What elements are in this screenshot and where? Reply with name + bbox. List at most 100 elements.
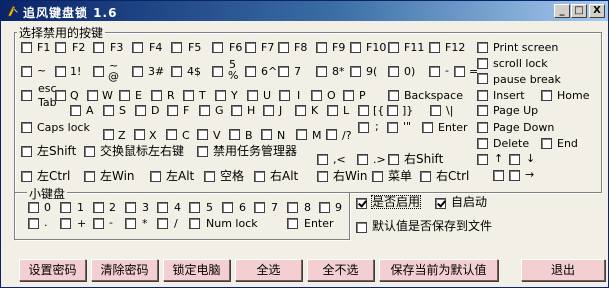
checkbox-right-alt[interactable] (254, 171, 265, 182)
checkbox-k[interactable] (295, 105, 306, 116)
checkbox-autostart[interactable] (435, 198, 446, 209)
select-all-button[interactable]: 全选 (235, 259, 302, 281)
checkbox-f7[interactable] (245, 42, 256, 53)
checkbox-save-default-file[interactable] (356, 222, 367, 233)
checkbox-4[interactable] (171, 66, 182, 77)
checkbox-8[interactable] (316, 66, 327, 77)
checkbox-j[interactable] (263, 105, 274, 116)
checkbox-f2[interactable] (55, 42, 66, 53)
checkbox-v[interactable] (197, 129, 208, 140)
checkbox-up-arrow[interactable] (477, 154, 488, 165)
checkbox-menu[interactable] (372, 171, 383, 182)
checkbox-pause-break[interactable] (477, 73, 488, 84)
checkbox-esc-tab[interactable] (21, 90, 32, 101)
checkbox-comma[interactable] (317, 154, 328, 165)
checkbox-w[interactable] (87, 90, 98, 101)
checkbox-home[interactable] (541, 90, 552, 101)
checkbox-f5[interactable] (171, 42, 182, 53)
checkbox-insert[interactable] (477, 90, 488, 101)
checkbox-f9[interactable] (316, 42, 327, 53)
checkbox-keypad-4[interactable] (157, 202, 168, 213)
checkbox-right-win[interactable] (317, 171, 328, 182)
checkbox-keypad-6[interactable] (222, 202, 233, 213)
checkbox-print-screen[interactable] (477, 42, 488, 53)
checkbox-f4[interactable] (132, 42, 143, 53)
checkbox-rbracket[interactable] (387, 105, 398, 116)
checkbox-left-alt[interactable] (150, 171, 161, 182)
checkbox-keypad-3[interactable] (125, 202, 136, 213)
checkbox-quote[interactable] (387, 122, 398, 133)
checkbox-semicolon[interactable] (358, 122, 369, 133)
checkbox-task-manager[interactable] (197, 146, 208, 157)
checkbox-keypad-enter[interactable] (287, 218, 298, 229)
exit-button[interactable]: 退出 (521, 259, 605, 281)
checkbox-swap-mouse[interactable] (84, 146, 95, 157)
checkbox-keypad-9[interactable] (319, 202, 330, 213)
checkbox-keypad-slash[interactable] (157, 218, 168, 229)
checkbox-enter[interactable] (422, 122, 433, 133)
checkbox-delete[interactable] (477, 138, 488, 149)
checkbox-page-down[interactable] (477, 122, 488, 133)
checkbox-f8[interactable] (278, 42, 289, 53)
checkbox-left-ctrl[interactable] (21, 171, 32, 182)
checkbox-equal[interactable] (454, 66, 465, 77)
checkbox-f6[interactable] (212, 42, 223, 53)
checkbox-end[interactable] (541, 138, 552, 149)
checkbox-t[interactable] (183, 90, 194, 101)
checkbox-d[interactable] (135, 105, 146, 116)
checkbox-3[interactable] (132, 66, 143, 77)
checkbox-h[interactable] (231, 105, 242, 116)
checkbox-left-win[interactable] (84, 171, 95, 182)
checkbox-f12[interactable] (429, 42, 440, 53)
checkbox-left-arrow[interactable] (493, 170, 504, 181)
checkbox-z[interactable] (103, 129, 114, 140)
checkbox-g[interactable] (199, 105, 210, 116)
checkbox-right-ctrl[interactable] (420, 171, 431, 182)
checkbox-f11[interactable] (388, 42, 399, 53)
checkbox-x[interactable] (134, 129, 145, 140)
checkbox-b[interactable] (229, 129, 240, 140)
close-button[interactable]: X (589, 4, 605, 18)
checkbox-num-lock[interactable] (189, 218, 200, 229)
maximize-button[interactable]: □ (571, 4, 587, 18)
checkbox-right-arrow-top[interactable] (509, 154, 520, 165)
checkbox-f1[interactable] (21, 42, 32, 53)
checkbox-l[interactable] (327, 105, 338, 116)
title-bar[interactable]: 追风键盘锁 1.6 _ □ X (1, 1, 608, 21)
checkbox-m[interactable] (296, 129, 307, 140)
checkbox-0[interactable] (388, 66, 399, 77)
checkbox-7[interactable] (278, 66, 289, 77)
checkbox-minus[interactable] (429, 66, 440, 77)
checkbox-keypad-star[interactable] (125, 218, 136, 229)
checkbox-keypad-8[interactable] (287, 202, 298, 213)
checkbox-6[interactable] (245, 66, 256, 77)
checkbox-space[interactable] (204, 171, 215, 182)
checkbox-lbracket[interactable] (358, 105, 369, 116)
checkbox-slash[interactable] (326, 129, 337, 140)
clear-password-button[interactable]: 清除密码 (91, 259, 158, 281)
checkbox-keypad-1[interactable] (60, 202, 71, 213)
checkbox-right-arrow[interactable] (509, 170, 520, 181)
checkbox-9[interactable] (350, 66, 361, 77)
checkbox-n[interactable] (261, 129, 272, 140)
minimize-button[interactable]: _ (554, 4, 570, 18)
checkbox-backslash[interactable] (430, 105, 441, 116)
checkbox-q[interactable] (55, 90, 66, 101)
checkbox-f3[interactable] (93, 42, 104, 53)
checkbox-keypad-5[interactable] (189, 202, 200, 213)
checkbox-y[interactable] (215, 90, 226, 101)
save-default-button[interactable]: 保存当前为默认值 (379, 259, 498, 281)
checkbox-e[interactable] (119, 90, 130, 101)
checkbox-i[interactable] (279, 90, 290, 101)
checkbox-left-shift[interactable] (21, 146, 32, 157)
checkbox-a[interactable] (70, 105, 81, 116)
checkbox-keypad-7[interactable] (254, 202, 265, 213)
checkbox-scroll-lock[interactable] (477, 58, 488, 69)
checkbox-o[interactable] (311, 90, 322, 101)
lock-computer-button[interactable]: 锁定电脑 (163, 259, 230, 281)
checkbox-backspace[interactable] (388, 90, 399, 101)
checkbox-right-shift[interactable] (388, 154, 399, 165)
checkbox-u[interactable] (247, 90, 258, 101)
checkbox-keypad-dot[interactable] (28, 218, 39, 229)
select-none-button[interactable]: 全不选 (307, 259, 374, 281)
